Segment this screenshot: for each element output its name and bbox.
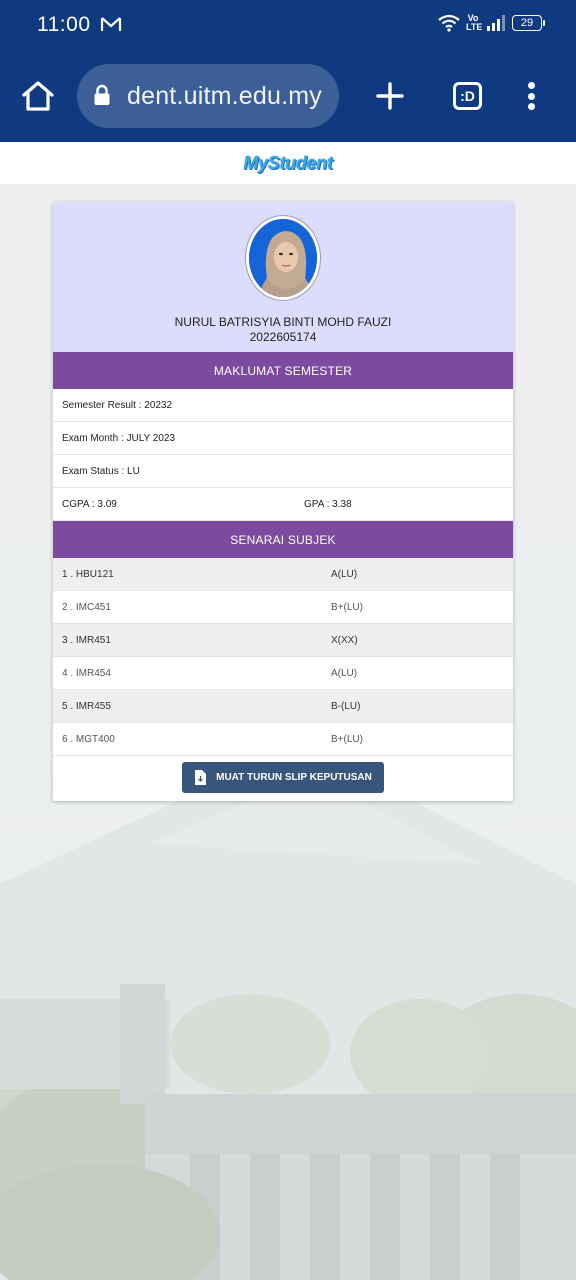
tab-switcher-label: :D (460, 88, 475, 104)
subject-row: 5 . IMR455 B-(LU) (53, 690, 513, 723)
semester-result: Semester Result : 20232 (62, 399, 173, 411)
status-time: 11:00 (37, 13, 91, 36)
download-result-slip-button[interactable]: MUAT TURUN SLIP KEPUTUSAN (182, 762, 384, 793)
subject-row: 4 . IMR454 A(LU) (53, 657, 513, 690)
semester-result-row: Semester Result : 20232 (53, 389, 513, 422)
gmail-icon (100, 17, 122, 31)
battery-level: 29 (520, 17, 534, 29)
site-header: MyStudent (0, 142, 576, 184)
exam-month: Exam Month : JULY 2023 (62, 432, 176, 444)
result-card: NURUL BATRISYIA BINTI MOHD FAUZI 2022605… (53, 202, 513, 801)
document-download-icon (195, 770, 207, 785)
subject-code: 4 . IMR454 (62, 667, 111, 679)
more-vert-icon[interactable] (520, 80, 542, 112)
lock-icon[interactable] (93, 84, 111, 106)
subject-row: 3 . IMR451 X(XX) (53, 624, 513, 657)
subject-code: 1 . HBU121 (62, 568, 114, 580)
subject-grade: B+(LU) (331, 733, 363, 745)
subject-code: 5 . IMR455 (62, 700, 111, 712)
wifi-icon (438, 14, 460, 32)
subject-code: 2 . IMC451 (62, 601, 111, 613)
gpa-row: CGPA : 3.09 GPA : 3.38 (53, 488, 513, 521)
subject-grade: A(LU) (331, 568, 358, 580)
download-button-label: MUAT TURUN SLIP KEPUTUSAN (216, 772, 372, 783)
subject-grade: B+(LU) (331, 601, 363, 613)
status-indicators: Vo LTE 29 (438, 13, 545, 32)
subject-row: 2 . IMC451 B+(LU) (53, 591, 513, 624)
subject-row: 1 . HBU121 A(LU) (53, 558, 513, 591)
student-id: 2022605174 (249, 330, 317, 344)
exam-status: Exam Status : LU (62, 465, 140, 477)
volte-indicator: Vo LTE (466, 13, 483, 32)
exam-month-row: Exam Month : JULY 2023 (53, 422, 513, 455)
semester-info-header: MAKLUMAT SEMESTER (53, 352, 513, 389)
plus-icon[interactable] (374, 80, 406, 112)
download-section: MUAT TURUN SLIP KEPUTUSAN (53, 756, 513, 799)
subject-grade: A(LU) (331, 667, 358, 679)
status-bar: 11:00 Vo LTE 29 (0, 0, 576, 52)
signal-icon (487, 15, 505, 31)
subject-code: 3 . IMR451 (62, 634, 111, 646)
mystudent-logo[interactable]: MyStudent (243, 153, 333, 174)
subject-row: 6 . MGT400 B+(LU) (53, 723, 513, 756)
battery-icon: 29 (512, 15, 545, 31)
student-name: NURUL BATRISYIA BINTI MOHD FAUZI (174, 315, 392, 329)
student-photo (249, 219, 317, 297)
exam-status-row: Exam Status : LU (53, 455, 513, 488)
subject-list-header: SENARAI SUBJEK (53, 521, 513, 558)
avatar (246, 216, 320, 300)
profile-section: NURUL BATRISYIA BINTI MOHD FAUZI 2022605… (53, 202, 513, 352)
subject-code: 6 . MGT400 (62, 733, 115, 745)
home-icon[interactable] (20, 78, 56, 114)
url-text[interactable]: dent.uitm.edu.my (127, 82, 322, 111)
gpa-value: GPA : 3.38 (304, 498, 352, 510)
subject-grade: B-(LU) (331, 700, 361, 712)
browser-chrome: 11:00 Vo LTE 29 dent.uitm.edu.my:D (0, 0, 576, 142)
tab-switcher-button[interactable]: :D (453, 82, 482, 110)
subject-grade: X(XX) (331, 634, 358, 646)
cgpa-value: CGPA : 3.09 (62, 498, 117, 510)
